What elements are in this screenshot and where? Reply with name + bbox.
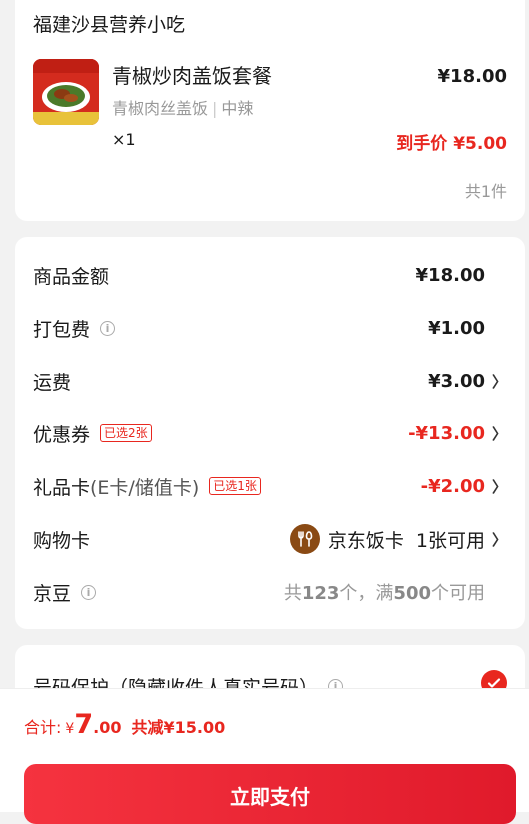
spec-divider: | xyxy=(212,99,218,118)
gift-card-selected-tag: 已选1张 xyxy=(209,477,261,495)
shipping-fee-row[interactable]: 运费 ¥3.00 〉 xyxy=(33,366,507,396)
goods-amount-value: ¥18.00 xyxy=(415,264,485,286)
fee-card: 商品金额 ¥18.00 打包费 i ¥1.00 运费 ¥3.00 〉 优惠券 已选2张… xyxy=(15,237,525,629)
coupon-row[interactable]: 优惠券 已选2张 -¥13.00 〉 xyxy=(33,418,507,448)
spec-spice: 中辣 xyxy=(221,99,254,118)
order-card: 福建沙县营养小吃 青椒炒肉盖饭套餐 ¥18.00 青椒肉丝盖饭 | 中辣 ×1 到手… xyxy=(15,0,525,221)
goods-amount-row: 商品金额 ¥18.00 xyxy=(33,260,507,290)
shop-name[interactable]: 福建沙县营养小吃 xyxy=(33,10,185,37)
info-icon[interactable]: i xyxy=(100,320,116,336)
chevron-right-icon[interactable]: 〉 xyxy=(485,423,507,444)
coupon-selected-tag: 已选2张 xyxy=(100,424,152,442)
spec-main: 青椒肉丝盖饭 xyxy=(112,99,209,118)
chevron-right-icon[interactable]: 〉 xyxy=(485,476,507,497)
product-thumbnail[interactable] xyxy=(33,59,99,125)
chevron-right-icon[interactable]: 〉 xyxy=(485,371,507,392)
gift-card-label: 礼品卡 xyxy=(33,476,91,499)
total-saved: 共减¥15.00 xyxy=(131,718,226,737)
shopping-card-name: 京东饭卡 xyxy=(327,529,404,552)
shopping-card-label: 购物卡 xyxy=(33,529,91,552)
total-amount-dec: .00 xyxy=(93,718,122,737)
pay-now-button[interactable]: 立即支付 xyxy=(24,764,516,824)
jd-beans-label: 京豆 xyxy=(33,582,72,605)
packing-fee-label: 打包费 xyxy=(33,318,91,341)
product-price: ¥18.00 xyxy=(437,66,507,87)
product-name[interactable]: 青椒炒肉盖饭套餐 xyxy=(112,60,272,89)
coupon-label: 优惠券 xyxy=(33,423,91,446)
checkout-bar: 合计: ¥ 7 .00 共减¥15.00 立即支付 xyxy=(0,688,529,824)
packing-fee-row: 打包费 i ¥1.00 xyxy=(33,313,507,343)
gift-card-row[interactable]: 礼品卡 (E卡/储值卡) 已选1张 -¥2.00 〉 xyxy=(33,471,507,501)
product-spec: 青椒肉丝盖饭 | 中辣 xyxy=(112,95,253,119)
total-amount-int: 7 xyxy=(74,709,94,740)
goods-amount-label: 商品金额 xyxy=(33,265,110,288)
item-count: 共1件 xyxy=(464,182,507,201)
shopping-card-row[interactable]: 购物卡 京东饭卡 1张可用 〉 xyxy=(33,524,507,554)
fork-spoon-icon xyxy=(289,524,320,554)
total-label: 合计: xyxy=(24,718,62,737)
jd-beans-availability: 共123个，满500个可用 xyxy=(283,583,485,604)
product-quantity: ×1 xyxy=(112,130,136,149)
info-icon[interactable]: i xyxy=(81,584,97,600)
total-currency: ¥ xyxy=(65,721,75,737)
order-total: 合计: ¥ 7 .00 共减¥15.00 xyxy=(24,709,225,740)
deal-price: 到手价 ¥5.00 xyxy=(396,134,507,154)
gift-card-value: -¥2.00 xyxy=(420,475,485,497)
coupon-value: -¥13.00 xyxy=(408,422,485,444)
shopping-card-availability: 1张可用 xyxy=(415,529,485,552)
chevron-right-icon[interactable]: 〉 xyxy=(485,529,507,550)
jd-beans-row: 京豆 i 共123个，满500个可用 xyxy=(33,577,507,607)
shipping-fee-value: ¥3.00 xyxy=(428,370,485,392)
gift-card-label-suffix: (E卡/储值卡) xyxy=(90,476,200,499)
packing-fee-value: ¥1.00 xyxy=(428,317,485,339)
shipping-fee-label: 运费 xyxy=(33,371,72,394)
